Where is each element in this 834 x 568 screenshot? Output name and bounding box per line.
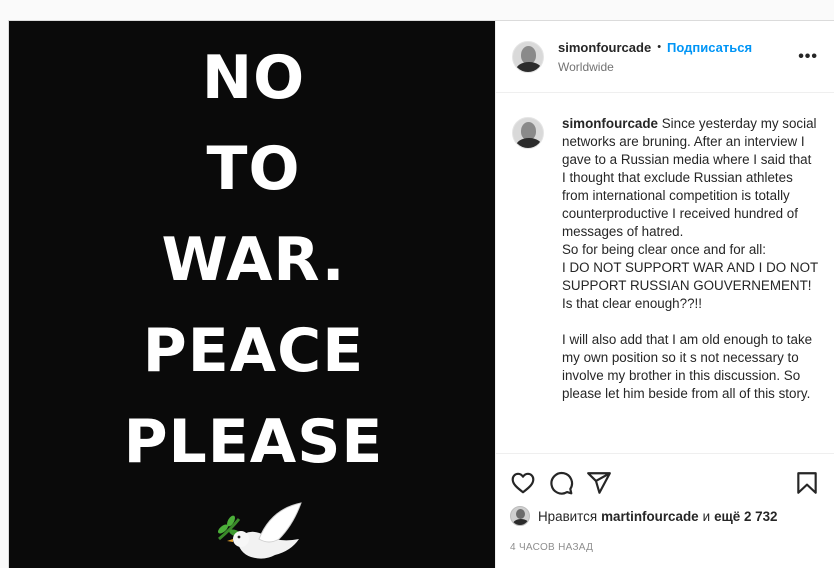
post-location[interactable]: Worldwide (558, 60, 798, 74)
post-caption: simonfourcade Since yesterday my social … (562, 115, 818, 451)
liker-avatar[interactable] (510, 506, 530, 526)
media-line: PEACE (142, 316, 365, 386)
more-options-icon[interactable]: ••• (798, 48, 818, 66)
comments-section: simonfourcade Since yesterday my social … (496, 93, 834, 451)
comment-icon[interactable] (548, 470, 574, 496)
dove-icon (218, 502, 302, 559)
media-line: TO (206, 134, 301, 204)
share-icon[interactable] (586, 470, 612, 496)
bookmark-icon[interactable] (794, 470, 820, 496)
post-sidebar: simonfourcade • Подписаться Worldwide ••… (495, 21, 834, 568)
post-header: simonfourcade • Подписаться Worldwide ••… (496, 21, 834, 93)
action-icons (510, 466, 820, 500)
author-username[interactable]: simonfourcade (558, 40, 651, 55)
separator-dot: • (657, 41, 662, 53)
likes-count[interactable]: ещё 2 732 (714, 509, 777, 524)
follow-button[interactable]: Подписаться (667, 40, 752, 55)
author-avatar[interactable] (512, 40, 544, 73)
post-timestamp[interactable]: 4 часов назад (510, 542, 820, 553)
media-line: NO (201, 43, 306, 113)
likes-prefix: Нравится (538, 508, 598, 524)
heart-icon[interactable] (510, 470, 536, 496)
likes-middle: и (702, 508, 711, 524)
media-line: PLEASE (123, 407, 384, 477)
caption-author-avatar[interactable] (512, 117, 544, 149)
media-text: NO TO WAR. PEACE PLEASE (9, 33, 495, 488)
liker-username[interactable]: martinfourcade (601, 509, 698, 524)
header-top: simonfourcade • Подписаться (558, 40, 798, 55)
post-actions: Нравится martinfourcade и ещё 2 732 4 ча… (496, 453, 834, 553)
media-line: WAR. (161, 225, 346, 295)
caption-username[interactable]: simonfourcade (562, 116, 658, 131)
likes-row: Нравится martinfourcade и ещё 2 732 (510, 506, 820, 526)
post-media[interactable]: NO TO WAR. PEACE PLEASE (9, 21, 495, 568)
header-info: simonfourcade • Подписаться Worldwide (558, 40, 798, 74)
caption-text: Since yesterday my social networks are b… (562, 116, 818, 401)
post-frame: NO TO WAR. PEACE PLEASE simonfourcade • … (8, 20, 834, 568)
